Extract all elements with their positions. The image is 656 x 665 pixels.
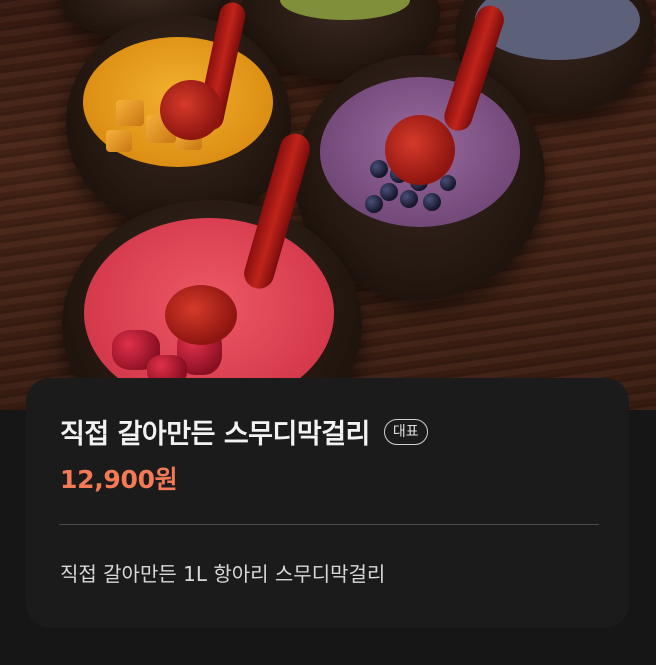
product-price: 12,900원 [60,465,178,494]
red-spoon-bowl [165,285,237,345]
mango-cube [116,100,144,126]
red-spoon-bowl [385,115,455,185]
blueberry [365,195,383,213]
product-info-card: 직접 갈아만든 스무디막걸리 대표 12,900원 직접 갈아만든 1L 항아리… [26,378,629,628]
title-row: 직접 갈아만든 스무디막걸리 대표 [60,412,428,451]
mango-cube [106,130,132,152]
red-spoon-bowl [160,80,222,140]
blueberry [380,183,398,201]
product-detail-view: 직접 갈아만든 스무디막걸리 대표 12,900원 직접 갈아만든 1L 항아리… [0,0,656,665]
green-smoothie [280,0,410,20]
product-image[interactable] [0,0,656,410]
signature-badge: 대표 [383,418,428,445]
blueberry [400,190,418,208]
product-description: 직접 갈아만든 1L 항아리 스무디막걸리 [60,562,386,586]
blueberry [370,160,388,178]
product-title: 직접 갈아만든 스무디막걸리 [60,419,370,450]
divider [59,524,599,525]
blueberry [423,193,441,211]
blueberry [440,175,456,191]
